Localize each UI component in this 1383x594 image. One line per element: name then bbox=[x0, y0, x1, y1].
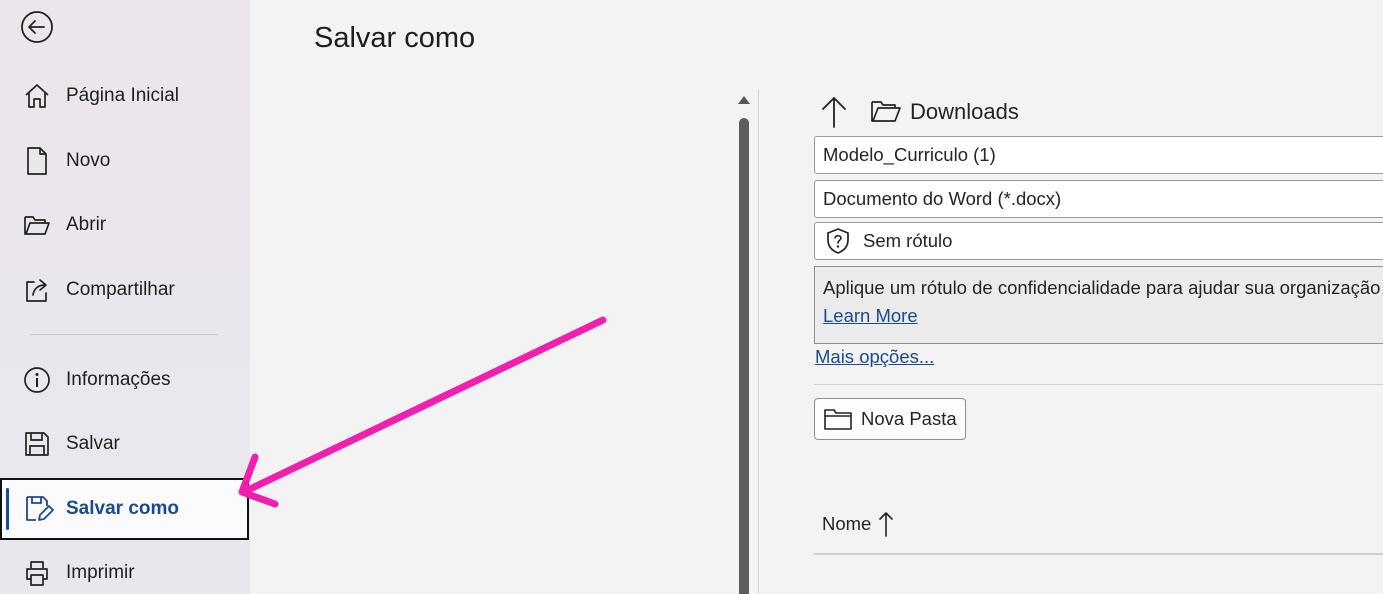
new-document-icon bbox=[22, 146, 52, 176]
sidebar-item-info[interactable]: Informações bbox=[0, 353, 250, 407]
sidebar-item-label: Informações bbox=[66, 369, 171, 390]
name-column-header[interactable]: Nome bbox=[822, 508, 895, 540]
sidebar-item-label: Abrir bbox=[66, 214, 107, 235]
sensitivity-info-box: Aplique um rótulo de confidencialidade p… bbox=[814, 266, 1383, 344]
sort-ascending-arrow-icon bbox=[877, 510, 895, 538]
save-icon bbox=[22, 429, 52, 459]
sensitivity-label-select[interactable]: Sem rótulo bbox=[814, 222, 1383, 260]
sidebar-item-print[interactable]: Imprimir bbox=[0, 546, 250, 594]
sidebar-item-share[interactable]: Compartilhar bbox=[0, 263, 250, 317]
sensitivity-info-text: Aplique um rótulo de confidencialidade p… bbox=[823, 277, 1381, 298]
active-indicator bbox=[6, 488, 9, 530]
location-bar: Downloads bbox=[818, 94, 1019, 130]
section-divider bbox=[814, 384, 1383, 385]
sidebar-item-label: Página Inicial bbox=[66, 85, 180, 106]
new-folder-label: Nova Pasta bbox=[861, 408, 957, 429]
sidebar-item-save-as[interactable]: Salvar como bbox=[0, 478, 249, 540]
info-icon bbox=[22, 365, 52, 395]
sidebar-item-new[interactable]: Novo bbox=[0, 134, 250, 188]
pane-divider bbox=[758, 90, 759, 594]
more-options-link[interactable]: Mais opções... bbox=[815, 346, 934, 368]
open-folder-icon bbox=[22, 210, 52, 240]
column-divider bbox=[814, 553, 1383, 555]
learn-more-link[interactable]: Learn More bbox=[823, 305, 918, 327]
sidebar-item-save[interactable]: Salvar bbox=[0, 417, 250, 471]
printer-icon bbox=[22, 558, 52, 588]
sidebar-item-label: Salvar como bbox=[66, 498, 179, 519]
column-label: Nome bbox=[822, 513, 872, 534]
home-icon bbox=[22, 81, 52, 111]
sidebar-item-label: Imprimir bbox=[66, 562, 135, 583]
save-as-icon bbox=[24, 494, 54, 524]
sidebar-divider bbox=[30, 334, 218, 335]
backstage-sidebar: Página Inicial Novo Abrir Compartilhar I… bbox=[0, 0, 250, 594]
sidebar-item-label: Novo bbox=[66, 150, 111, 171]
current-location[interactable]: Downloads bbox=[910, 99, 1019, 125]
sidebar-item-label: Salvar bbox=[66, 433, 120, 454]
back-arrow-icon[interactable] bbox=[20, 10, 54, 44]
up-folder-arrow-icon[interactable] bbox=[818, 95, 850, 129]
sidebar-item-home[interactable]: Página Inicial bbox=[0, 69, 250, 123]
shield-question-icon bbox=[825, 227, 851, 255]
page-title: Salvar como bbox=[314, 22, 476, 54]
file-name-input[interactable]: Modelo_Curriculo (1) bbox=[814, 136, 1383, 174]
sidebar-item-label: Compartilhar bbox=[66, 279, 175, 300]
scroll-up-arrow-icon[interactable] bbox=[738, 96, 750, 104]
folder-open-icon bbox=[870, 97, 902, 127]
sidebar-item-open[interactable]: Abrir bbox=[0, 198, 250, 252]
file-type-select[interactable]: Documento do Word (*.docx) bbox=[814, 180, 1383, 218]
share-icon bbox=[22, 275, 52, 305]
new-folder-button[interactable]: Nova Pasta bbox=[814, 398, 966, 440]
scrollbar[interactable] bbox=[736, 90, 752, 594]
sensitivity-label-text: Sem rótulo bbox=[863, 230, 953, 251]
folder-icon bbox=[823, 406, 853, 432]
scroll-thumb[interactable] bbox=[739, 118, 749, 594]
